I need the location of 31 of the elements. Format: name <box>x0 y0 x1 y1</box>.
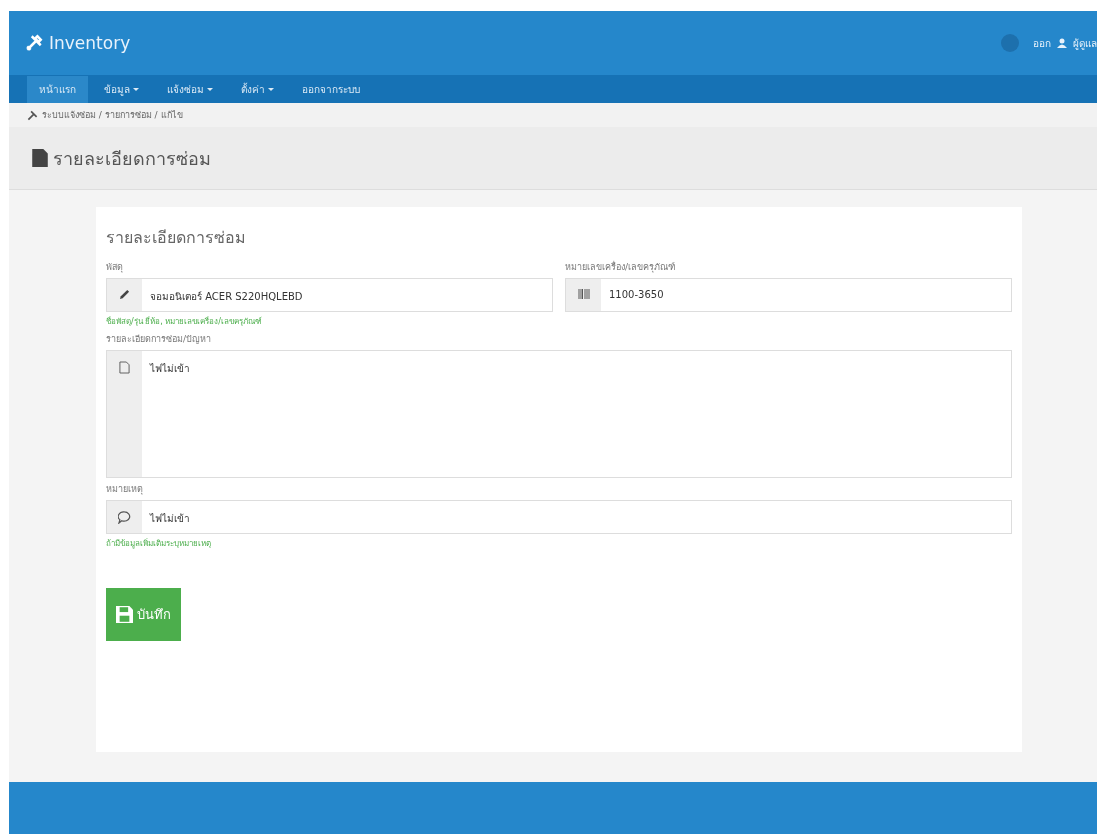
help-text: ถ้ามีข้อมูลเพิ่มเติมระบุหมายเหตุ <box>106 537 211 550</box>
tools-icon <box>25 34 43 52</box>
field-label: รายละเอียดการซ่อม/ปัญหา <box>106 333 212 346</box>
menu-item[interactable]: แจ้งซ่อม <box>155 75 225 103</box>
document-icon <box>31 148 49 168</box>
menu-item[interactable]: ออกจากระบบ <box>290 75 372 103</box>
form-title: รายละเอียดการซ่อม <box>106 227 246 249</box>
document-icon <box>119 361 130 374</box>
note-field[interactable]: ไฟไม่เข้า <box>106 500 1012 534</box>
brand-link[interactable]: Inventory <box>25 33 131 53</box>
pencil-icon <box>119 289 130 300</box>
help-text: ชื่อพัสดุ/รุ่น ยี่ห้อ, หมายเลขเครื่อง/เลขครุภัณฑ์ <box>106 315 264 328</box>
menu-item[interactable]: ข้อมูล <box>92 75 151 103</box>
comment-icon <box>118 511 131 524</box>
tools-icon <box>27 109 38 121</box>
page-title: รายละเอียดการซ่อม <box>53 146 211 171</box>
problem-textarea[interactable]: ไฟไม่เข้า <box>106 350 1012 478</box>
save-icon <box>116 606 133 623</box>
field-label: หมายเหตุ <box>106 483 143 496</box>
user-link[interactable]: ผู้ดูแล <box>1073 35 1097 51</box>
barcode-icon <box>577 289 590 299</box>
save-button[interactable]: บันทึก <box>106 588 181 641</box>
menu-item[interactable]: หน้าแรก <box>27 75 88 103</box>
field-label: พัสดุ <box>106 261 124 274</box>
item-field[interactable]: จอมอนิเตอร์ ACER S220HQLEBD <box>106 278 553 312</box>
field-label: หมายเลขเครื่อง/เลขครุภัณฑ์ <box>565 260 677 274</box>
menu-item[interactable]: ตั้งค่า <box>229 75 286 103</box>
serial-field[interactable]: 1100-3650 <box>565 278 1012 312</box>
user-icon <box>1057 38 1067 48</box>
breadcrumb: ระบบแจ้งซ่อม / รายการซ่อม / แก้ไข <box>42 109 183 122</box>
top-link[interactable]: ออก <box>1033 35 1051 51</box>
